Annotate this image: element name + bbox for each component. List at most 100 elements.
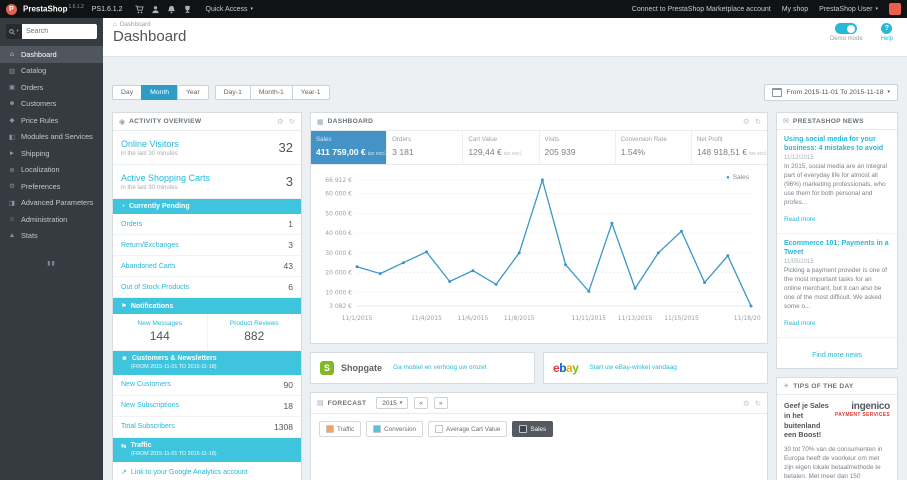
bell-icon[interactable] bbox=[167, 5, 176, 14]
search-input[interactable] bbox=[22, 24, 97, 39]
sidebar-item-price-rules[interactable]: ◆ Price Rules bbox=[0, 112, 103, 129]
sidebar-item-localization[interactable]: ⊕ Localization bbox=[0, 162, 103, 179]
checkbox-icon bbox=[373, 425, 382, 433]
kpi-net-profit[interactable]: Net Profit 148 918,51 € tax excl. bbox=[692, 131, 767, 164]
forecast-toggle-sales[interactable]: Sales bbox=[512, 421, 554, 437]
forecast-prev-button[interactable]: « bbox=[414, 397, 428, 409]
forecast-chart-placeholder bbox=[311, 444, 767, 480]
kpi-note: tax excl. bbox=[503, 151, 523, 157]
shopgate-link[interactable]: Ga mobiel en verhoog uw omzet bbox=[393, 364, 487, 372]
row-total-subscribers[interactable]: Total Subscribers 1308 bbox=[113, 417, 301, 438]
sidebar-item-customers[interactable]: ☻ Customers bbox=[0, 96, 103, 113]
kpi-note: tax excl. bbox=[367, 151, 387, 157]
forecast-year-select[interactable]: 2015 ▾ bbox=[376, 397, 409, 409]
forecast-toggle-traffic[interactable]: Traffic bbox=[319, 421, 362, 437]
refresh-icon[interactable]: ↻ bbox=[289, 117, 295, 126]
currently-pending-header: ◔ Currently Pending bbox=[113, 199, 301, 214]
row-out-of-stock-products[interactable]: Out of Stock Products 6 bbox=[113, 277, 301, 298]
activity-icon: ◉ bbox=[119, 118, 126, 126]
checkbox-icon bbox=[519, 425, 528, 433]
help-button[interactable]: ? Help bbox=[881, 23, 893, 42]
sidebar-item-preferences[interactable]: ⚙ Preferences bbox=[0, 178, 103, 195]
sidebar-item-label: Localization bbox=[21, 165, 60, 175]
caret-down-icon: ▾ bbox=[887, 89, 890, 95]
kpi-conversion-rate[interactable]: Conversion Rate 1.54% bbox=[616, 131, 692, 164]
search-scope-button[interactable]: ▾ bbox=[6, 24, 22, 39]
forecast-toggle-average-cart-value[interactable]: Average Cart Value bbox=[428, 421, 508, 437]
sidebar-item-catalog[interactable]: ▥ Catalog bbox=[0, 63, 103, 80]
svg-text:11/4/2015: 11/4/2015 bbox=[411, 315, 442, 322]
quick-access-menu[interactable]: Quick Access ▾ bbox=[206, 6, 254, 13]
sidebar-item-advanced-parameters[interactable]: ◨ Advanced Parameters bbox=[0, 195, 103, 212]
ebay-link[interactable]: Start uw eBay-winkel vandaag bbox=[589, 364, 676, 372]
gear-icon[interactable]: ⚙ bbox=[743, 399, 750, 408]
filter-year-1[interactable]: Year-1 bbox=[291, 85, 330, 100]
notification-product-reviews[interactable]: Product Reviews 882 bbox=[208, 314, 302, 350]
my-shop-link[interactable]: My shop bbox=[782, 6, 808, 13]
filter-day[interactable]: Day bbox=[112, 85, 143, 100]
chart-legend[interactable]: ● Sales bbox=[726, 174, 749, 181]
online-visitors-label[interactable]: Online Visitors bbox=[121, 139, 293, 149]
collapse-sidebar-button[interactable]: ▮▮ bbox=[0, 260, 103, 267]
online-visitors: Online Visitors in the last 30 minutes 3… bbox=[113, 131, 301, 165]
read-more-link[interactable]: Read more bbox=[784, 320, 816, 327]
user-menu[interactable]: PrestaShop User ▾ bbox=[819, 6, 878, 13]
news-article-excerpt: Picking a payment provider is one of the… bbox=[784, 267, 888, 311]
filter-year[interactable]: Year bbox=[176, 85, 209, 100]
gear-icon[interactable]: ⚙ bbox=[743, 117, 750, 126]
demo-mode-toggle[interactable]: Demo mode bbox=[830, 23, 863, 42]
kpi-sales[interactable]: Sales 411 759,00 € tax excl. bbox=[311, 131, 388, 164]
forecast-toggle-conversion[interactable]: Conversion bbox=[366, 421, 424, 437]
checkbox-icon bbox=[435, 425, 444, 433]
sidebar-item-label: Preferences bbox=[21, 181, 61, 191]
customers-rows: New Customers 90 New Subscriptions 18 Total … bbox=[113, 375, 301, 438]
kpi-orders[interactable]: Orders 3 181 bbox=[387, 131, 464, 164]
row-value: 3 bbox=[288, 240, 293, 250]
row-new-customers[interactable]: New Customers 90 bbox=[113, 375, 301, 396]
news-article-title[interactable]: Ecommerce 101: Payments in a Tweet bbox=[784, 239, 890, 257]
forecast-next-button[interactable]: » bbox=[433, 397, 448, 409]
row-new-subscriptions[interactable]: New Subscriptions 18 bbox=[113, 396, 301, 417]
news-article-title[interactable]: Using social media for your business: 4 … bbox=[784, 135, 890, 153]
avatar[interactable] bbox=[889, 3, 901, 15]
notification-new-messages[interactable]: New Messages 144 bbox=[113, 314, 208, 350]
prestashop-logo-icon[interactable]: P bbox=[6, 3, 17, 15]
shop-name[interactable]: PS1.6.1.2 bbox=[92, 6, 123, 13]
filter-day-1[interactable]: Day-1 bbox=[214, 85, 251, 100]
chip-label: Sales bbox=[530, 425, 547, 433]
sidebar-item-shipping[interactable]: ► Shipping bbox=[0, 145, 103, 162]
toggle-on-icon[interactable] bbox=[835, 23, 858, 34]
google-analytics-link[interactable]: Link to your Google Analytics account bbox=[131, 469, 248, 476]
sidebar-item-stats[interactable]: ▲ Stats bbox=[0, 228, 103, 245]
middle-column: ▦ DASHBOARD ⚙ ↻ Sales 411 759,00 € tax exc… bbox=[310, 112, 768, 480]
gear-icon[interactable]: ⚙ bbox=[277, 117, 284, 126]
sidebar-item-modules-and-services[interactable]: ◧ Modules and Services bbox=[0, 129, 103, 146]
dashboard-columns: ◉ ACTIVITY OVERVIEW ⚙ ↻ Online Visitors … bbox=[112, 112, 898, 480]
kpi-value: 148 918,51 € bbox=[696, 147, 748, 157]
filter-month-1[interactable]: Month-1 bbox=[249, 85, 293, 100]
sidebar-item-orders[interactable]: ▣ Orders bbox=[0, 79, 103, 96]
find-more-news-link[interactable]: Find more news bbox=[812, 352, 862, 359]
traffic-date-range: (FROM 2015-11-01 TO 2015-11-18) bbox=[131, 451, 217, 457]
customer-icon[interactable] bbox=[151, 5, 160, 14]
catalog-icon: ▥ bbox=[8, 67, 16, 75]
stats-icon: ▲ bbox=[8, 232, 16, 240]
refresh-icon[interactable]: ↻ bbox=[755, 399, 761, 408]
active-carts-label[interactable]: Active Shopping Carts bbox=[121, 173, 293, 183]
filter-month[interactable]: Month bbox=[141, 85, 178, 100]
date-range-button[interactable]: From 2015-11-01 To 2015-11-18 ▾ bbox=[764, 84, 898, 101]
cart-icon[interactable] bbox=[134, 4, 144, 14]
marketplace-link[interactable]: Connect to PrestaShop Marketplace accoun… bbox=[632, 6, 771, 13]
question-icon: ? bbox=[881, 23, 893, 34]
sidebar-item-administration[interactable]: ☺ Administration bbox=[0, 211, 103, 228]
kpi-visits[interactable]: Visits 205 939 bbox=[540, 131, 616, 164]
cell-value: 882 bbox=[244, 329, 265, 343]
kpi-cart-value[interactable]: Cart Value 129,44 € tax excl. bbox=[463, 131, 540, 164]
row-orders[interactable]: Orders 1 bbox=[113, 214, 301, 235]
trophy-icon[interactable] bbox=[183, 5, 192, 14]
row-abandoned-carts[interactable]: Abandoned Carts 43 bbox=[113, 256, 301, 277]
refresh-icon[interactable]: ↻ bbox=[755, 117, 761, 126]
read-more-link[interactable]: Read more bbox=[784, 216, 816, 223]
row-return-exchanges[interactable]: Return/Exchanges 3 bbox=[113, 235, 301, 256]
sidebar-item-dashboard[interactable]: ⌂ Dashboard bbox=[0, 46, 103, 63]
